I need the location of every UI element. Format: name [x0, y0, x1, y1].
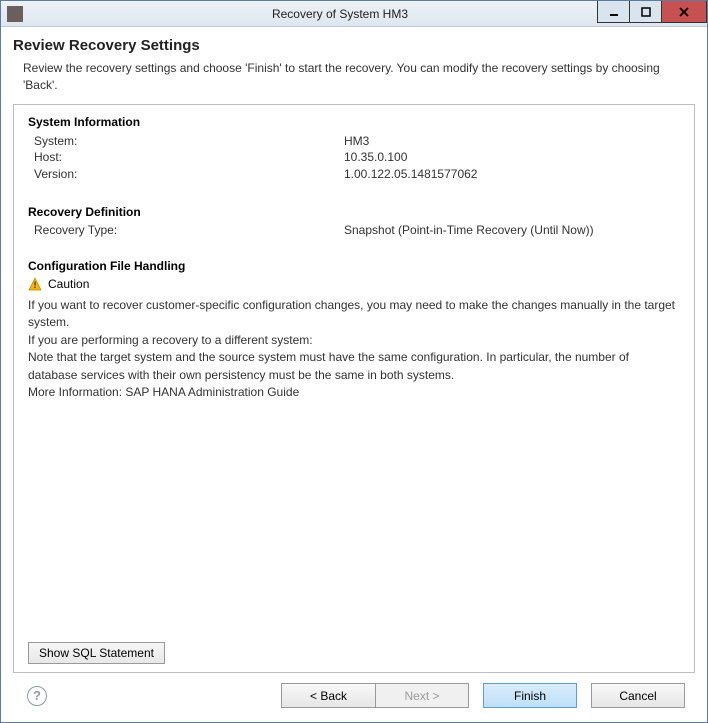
help-icon[interactable]: ? — [27, 686, 47, 706]
caution-line: Caution — [28, 277, 680, 291]
back-button[interactable]: < Back — [281, 683, 375, 708]
config-text-4: More Information: SAP HANA Administratio… — [28, 384, 680, 401]
panel-spacer — [28, 411, 680, 636]
host-value: 10.35.0.100 — [344, 149, 407, 166]
window-controls — [597, 1, 707, 23]
cancel-button[interactable]: Cancel — [591, 683, 685, 708]
host-label: Host: — [34, 149, 344, 166]
finish-button[interactable]: Finish — [483, 683, 577, 708]
sql-button-row: Show SQL Statement — [28, 642, 680, 664]
version-label: Version: — [34, 166, 344, 183]
config-text: If you want to recover customer-specific… — [28, 297, 680, 401]
config-handling-header: Configuration File Handling — [28, 259, 680, 273]
back-next-pair: < Back Next > — [281, 683, 469, 708]
recovery-type-value: Snapshot (Point-in-Time Recovery (Until … — [344, 223, 594, 237]
maximize-button[interactable] — [629, 1, 661, 23]
warning-icon — [28, 277, 42, 291]
config-handling-section: Configuration File Handling Caution If y… — [28, 259, 680, 401]
config-text-1: If you want to recover customer-specific… — [28, 297, 680, 332]
recovery-type-label: Recovery Type: — [34, 223, 344, 237]
close-button[interactable] — [661, 1, 707, 23]
version-row: Version: 1.00.122.05.1481577062 — [34, 166, 680, 183]
config-text-3: Note that the target system and the sour… — [28, 349, 680, 384]
content-area: Review Recovery Settings Review the reco… — [1, 27, 707, 722]
version-value: 1.00.122.05.1481577062 — [344, 166, 477, 183]
system-info-table: System: HM3 Host: 10.35.0.100 Version: 1… — [34, 133, 680, 183]
titlebar: Recovery of System HM3 — [1, 1, 707, 27]
host-row: Host: 10.35.0.100 — [34, 149, 680, 166]
page-title: Review Recovery Settings — [13, 37, 695, 54]
system-row: System: HM3 — [34, 133, 680, 150]
recovery-definition-section: Recovery Definition Recovery Type: Snaps… — [28, 205, 680, 237]
show-sql-button[interactable]: Show SQL Statement — [28, 642, 165, 664]
page-subtitle: Review the recovery settings and choose … — [23, 60, 695, 94]
system-value: HM3 — [344, 133, 369, 150]
wizard-window: Recovery of System HM3 Review Recovery S… — [0, 0, 708, 723]
system-label: System: — [34, 133, 344, 150]
system-info-header: System Information — [28, 115, 680, 129]
config-text-2: If you are performing a recovery to a di… — [28, 332, 680, 349]
wizard-footer: ? < Back Next > Finish Cancel — [13, 673, 695, 714]
recovery-type-row: Recovery Type: Snapshot (Point-in-Time R… — [34, 223, 680, 237]
settings-panel: System Information System: HM3 Host: 10.… — [13, 104, 695, 673]
caution-label: Caution — [48, 277, 89, 291]
next-button[interactable]: Next > — [375, 683, 469, 708]
recovery-def-header: Recovery Definition — [28, 205, 680, 219]
minimize-button[interactable] — [597, 1, 629, 23]
nav-button-group: < Back Next > Finish Cancel — [281, 683, 685, 708]
